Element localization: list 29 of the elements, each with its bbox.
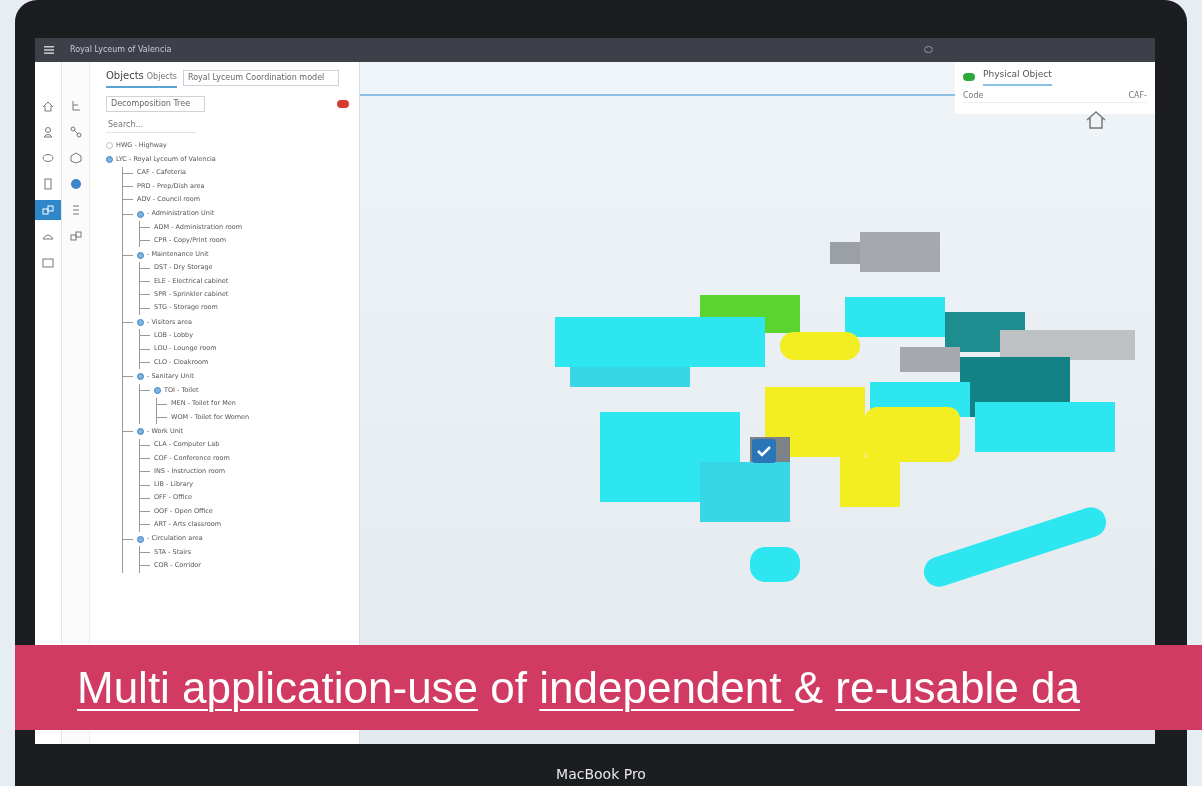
- banner-text: of: [489, 662, 528, 712]
- field-value: CAF-: [1128, 89, 1147, 102]
- check-icon: [752, 439, 776, 463]
- toggle-switch[interactable]: [963, 72, 975, 81]
- collapse-icon[interactable]: [137, 373, 144, 381]
- collapse-icon[interactable]: [137, 319, 144, 326]
- chat-icon[interactable]: [924, 45, 933, 54]
- collapse-icon[interactable]: [137, 210, 144, 218]
- view-dropdown[interactable]: Decomposition Tree: [106, 96, 206, 112]
- home-icon[interactable]: [1085, 110, 1107, 130]
- model-dropdown[interactable]: Royal Lyceum Coordination model: [183, 70, 340, 86]
- field-label: Code: [963, 89, 984, 102]
- window-title: Royal Lyceum of Valencia: [70, 44, 172, 56]
- banner-link[interactable]: independent: [539, 662, 794, 712]
- panel-title: Objects Objects: [106, 68, 177, 88]
- collapse-icon[interactable]: [137, 535, 144, 543]
- toggle-switch[interactable]: [337, 100, 349, 108]
- collapse-icon[interactable]: [137, 251, 144, 259]
- banner-link[interactable]: Multi application-use: [77, 662, 479, 712]
- collapse-icon[interactable]: [154, 387, 161, 395]
- search-field[interactable]: Search...: [106, 118, 196, 133]
- menu-icon[interactable]: [43, 46, 54, 54]
- panel-title: Physical Object: [983, 68, 1052, 86]
- device-label: MacBook Pro: [556, 766, 646, 782]
- banner-text: &: [793, 662, 825, 712]
- link-icon[interactable]: [35, 200, 61, 220]
- collapse-icon[interactable]: [106, 156, 113, 164]
- collapse-icon[interactable]: [137, 428, 144, 436]
- banner-link[interactable]: re-usable da: [835, 662, 1080, 712]
